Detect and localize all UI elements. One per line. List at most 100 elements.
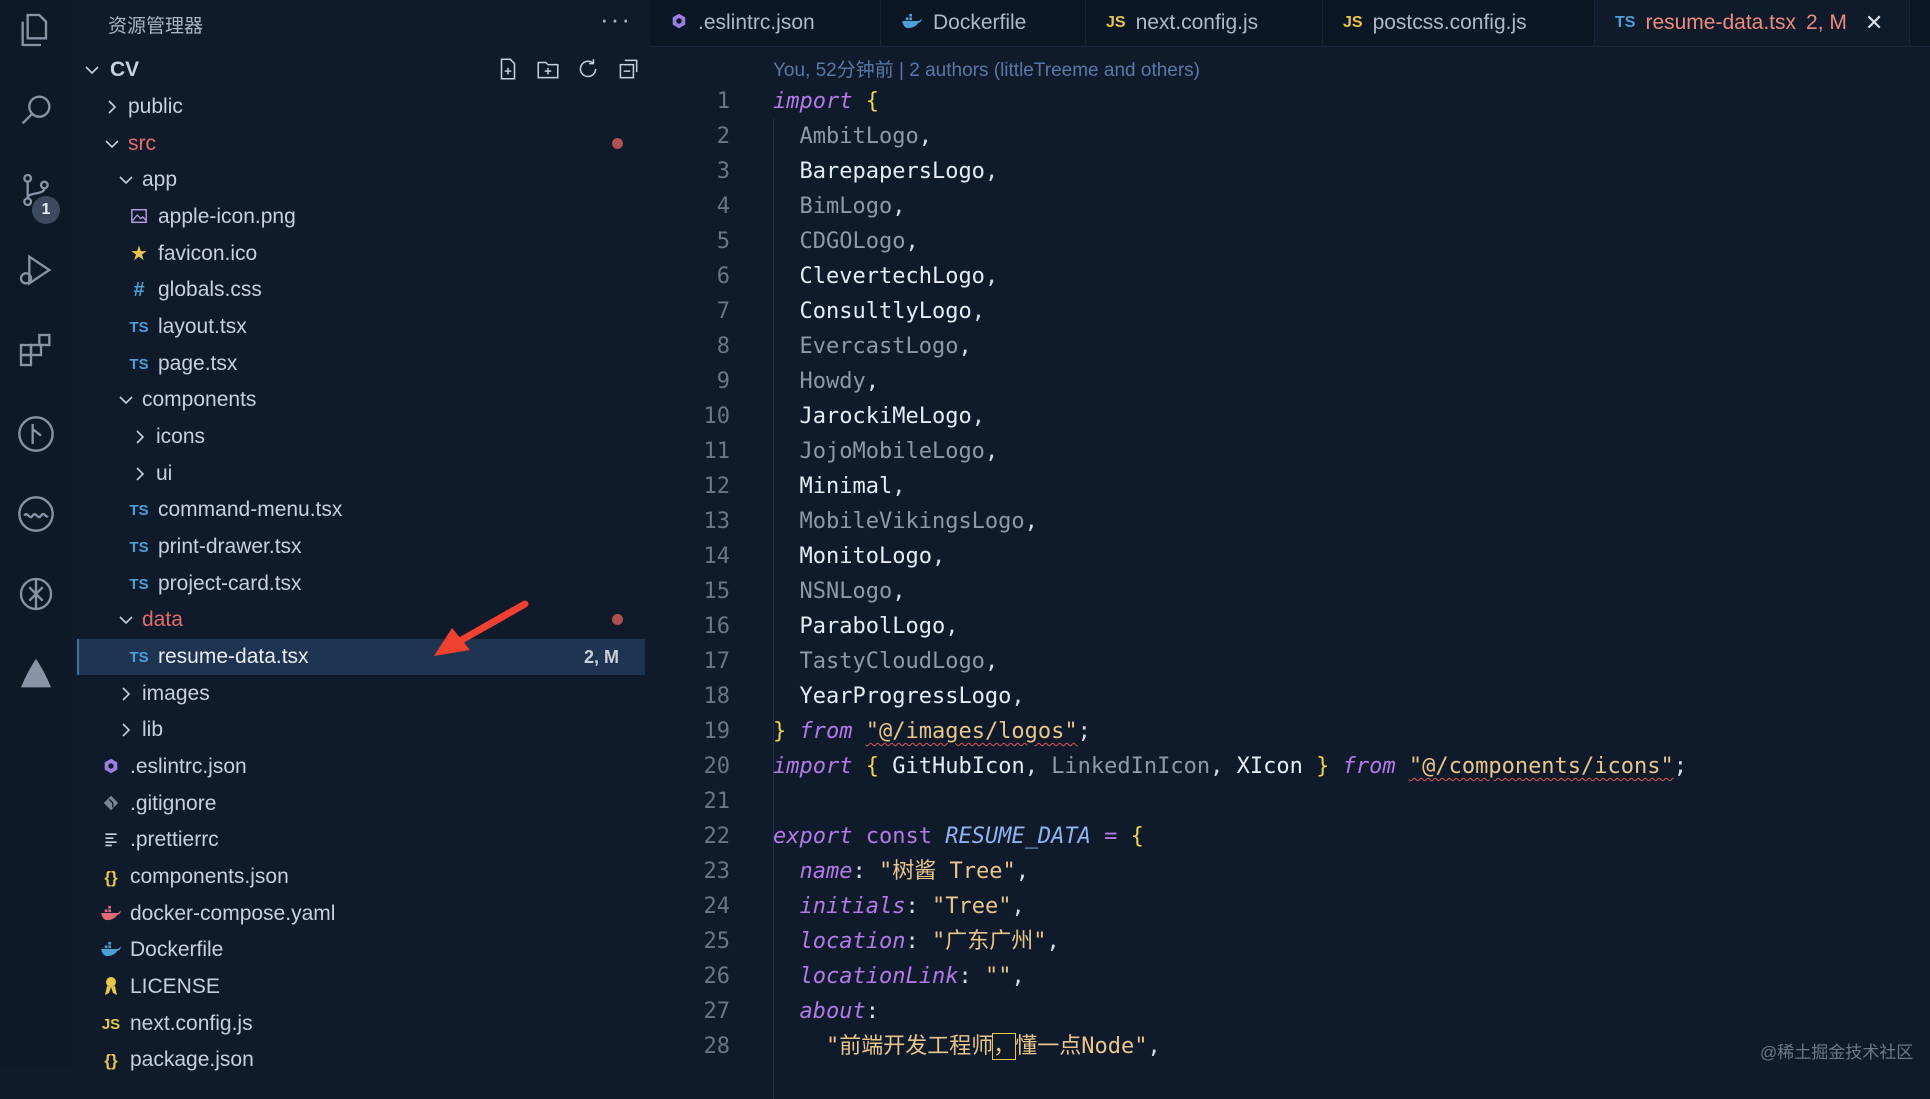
code-line: import { <box>773 89 879 114</box>
tree-folder-public[interactable]: public <box>72 89 650 125</box>
explorer-toolbar <box>495 56 641 86</box>
tree-file-globals-css[interactable]: # globals.css <box>72 272 650 308</box>
code-line: TastyCloudLogo, <box>799 649 999 674</box>
tree-folder-app[interactable]: app <box>72 162 650 198</box>
code-line: MonitoLogo, <box>799 544 946 569</box>
logo-import-list: AmbitLogo, BarepapersLogo, BimLogo, CDGO… <box>773 119 1893 714</box>
tree-folder-data[interactable]: data <box>72 602 650 638</box>
typescript-icon: TS <box>129 318 149 336</box>
tree-file-eslintrc[interactable]: .eslintrc.json <box>72 749 650 785</box>
import-name: MonitoLogo <box>799 544 932 569</box>
import-name: BarepapersLogo <box>799 159 985 184</box>
typescript-icon: TS <box>129 355 149 373</box>
tree-item-label: next.config.js <box>130 1012 253 1035</box>
tree-file-page[interactable]: TS page.tsx <box>72 346 650 382</box>
tree-file-docker-compose[interactable]: docker-compose.yaml <box>72 896 650 932</box>
code-line: export const RESUME_DATA = { <box>773 824 1144 849</box>
tree-folder-src[interactable]: src <box>72 126 650 162</box>
collapse-all-icon[interactable] <box>615 56 641 82</box>
tree-folder-ui[interactable]: ui <box>72 456 650 492</box>
new-folder-icon[interactable] <box>535 56 561 82</box>
remote-icon[interactable] <box>14 492 58 536</box>
tab-postcss-config[interactable]: JS postcss.config.js <box>1323 0 1595 46</box>
tree-folder-lib[interactable]: lib <box>72 712 650 748</box>
code-line: import { GitHubIcon, LinkedInIcon, XIcon… <box>773 754 1688 779</box>
refresh-icon[interactable] <box>575 56 601 82</box>
tree-item-label: public <box>128 95 183 118</box>
tree-file-layout[interactable]: TS layout.tsx <box>72 309 650 345</box>
import-name: LinkedInIcon <box>1051 754 1211 779</box>
tree-item-label: components <box>142 388 257 411</box>
javascript-icon: JS <box>1343 14 1363 31</box>
chevron-down-icon <box>119 616 133 625</box>
new-file-icon[interactable] <box>495 56 521 82</box>
code-line: BimLogo, <box>799 194 906 219</box>
tree-file-package-json[interactable]: {} package.json <box>72 1042 650 1078</box>
git-graph-icon[interactable] <box>14 412 58 456</box>
const-name: RESUME_DATA <box>945 824 1091 849</box>
code-line: MobileVikingsLogo, <box>799 509 1038 534</box>
license-ribbon-icon <box>100 976 122 999</box>
tree-item-label: images <box>142 682 210 705</box>
close-tab-icon[interactable]: ✕ <box>1865 10 1883 36</box>
tab-resume-data[interactable]: TS resume-data.tsx 2, M ✕ <box>1595 0 1910 46</box>
line-number: 19 <box>703 719 731 744</box>
tree-file-command-menu[interactable]: TS command-menu.tsx <box>72 492 650 528</box>
activity-bar: 1 <box>0 0 72 1068</box>
line-number: 16 <box>703 614 731 639</box>
cone-icon[interactable] <box>14 652 58 696</box>
import-name: BimLogo <box>799 194 893 219</box>
line-number: 1 <box>716 89 730 114</box>
line-number: 18 <box>703 684 731 709</box>
tree-file-favicon[interactable]: ★ favicon.ico <box>72 236 650 272</box>
chevron-right-icon <box>136 430 145 444</box>
tree-folder-components[interactable]: components <box>72 382 650 418</box>
code-line: JojoMobileLogo, <box>799 439 999 464</box>
field-value: "Tree" <box>931 894 1012 919</box>
tree-folder-images[interactable]: images <box>72 676 650 712</box>
more-actions-button[interactable]: ··· <box>600 4 632 35</box>
code-editor[interactable]: import { AmbitLogo, BarepapersLogo, BimL… <box>773 84 1893 1064</box>
tree-file-license[interactable]: LICENSE <box>72 969 650 1005</box>
import-name: Minimal <box>799 474 893 499</box>
chevron-down-icon <box>85 66 99 75</box>
tab-eslintrc[interactable]: .eslintrc.json <box>650 0 881 46</box>
tree-file-dockerfile[interactable]: Dockerfile <box>72 932 650 968</box>
tree-file-components-json[interactable]: {} components.json <box>72 859 650 895</box>
tree-file-print-drawer[interactable]: TS print-drawer.tsx <box>72 529 650 565</box>
code-line: ParabolLogo, <box>799 614 959 639</box>
explorer-title: 资源管理器 <box>108 16 204 37</box>
tab-label: Dockerfile <box>933 11 1027 34</box>
tree-item-label: print-drawer.tsx <box>158 535 302 558</box>
run-debug-icon[interactable] <box>14 248 58 292</box>
tree-file-project-card[interactable]: TS project-card.tsx <box>72 566 650 602</box>
tree-item-label: data <box>142 608 183 631</box>
watermark: @稀土掘金技术社区 <box>1760 1043 1914 1062</box>
tab-dockerfile[interactable]: Dockerfile <box>881 0 1086 46</box>
line-number: 25 <box>703 929 731 954</box>
tree-file-apple-icon[interactable]: apple-icon.png <box>72 199 650 235</box>
line-number: 5 <box>716 229 730 254</box>
tab-next-config[interactable]: JS next.config.js <box>1086 0 1323 46</box>
tree-file-resume-data[interactable]: TS resume-data.tsx 2, M <box>77 639 645 675</box>
tree-file-next-config[interactable]: JS next.config.js <box>72 1006 650 1042</box>
json-braces-icon: {} <box>104 867 118 887</box>
tree-file-gitignore[interactable]: .gitignore <box>72 786 650 822</box>
import-name: AmbitLogo <box>799 124 919 149</box>
tree-file-prettierrc[interactable]: .prettierrc <box>72 822 650 858</box>
typescript-icon: TS <box>129 575 149 593</box>
tree-item-label: app <box>142 168 178 191</box>
extensions-icon[interactable] <box>14 328 58 372</box>
line-number: 2 <box>716 124 730 149</box>
import-name: EvercastLogo <box>799 334 959 359</box>
tree-folder-icons[interactable]: icons <box>72 419 650 455</box>
explorer-icon[interactable] <box>14 8 58 52</box>
chevron-down-icon <box>119 396 133 405</box>
tree-item-label: .gitignore <box>130 792 217 815</box>
chatgpt-icon[interactable] <box>14 572 58 616</box>
line-number: 13 <box>703 509 731 534</box>
line-number: 9 <box>716 369 730 394</box>
chevron-right-icon <box>108 100 117 114</box>
search-icon[interactable] <box>14 88 58 132</box>
